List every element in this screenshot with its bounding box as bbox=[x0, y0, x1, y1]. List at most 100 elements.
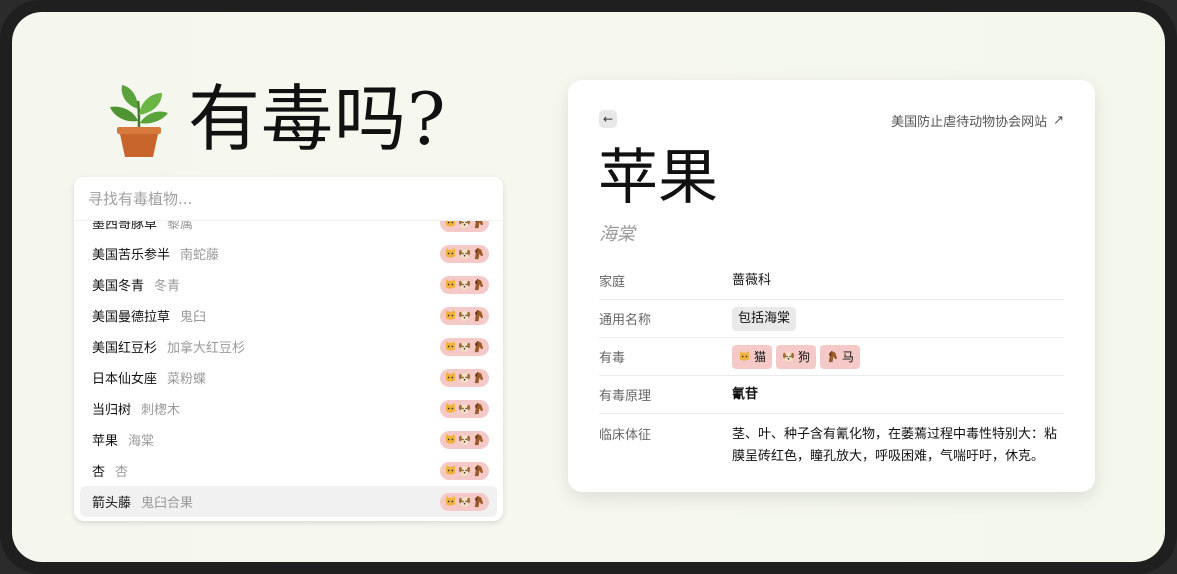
plant-latin: 南蛇藤 bbox=[180, 248, 220, 263]
detail-table: 家庭 蔷薇科 通用名称 包括海棠 有毒 猫狗马 有毒原理 氰苷 临床体征 茎、叶… bbox=[599, 262, 1064, 468]
plant-latin-name: 海棠 bbox=[599, 224, 635, 245]
toxic-principle-label: 有毒原理 bbox=[599, 389, 652, 404]
list-item[interactable]: 美国苦乐参半 南蛇藤 bbox=[74, 238, 503, 269]
search-input[interactable] bbox=[74, 177, 503, 221]
horse-icon bbox=[474, 433, 484, 446]
toxicity-badges bbox=[440, 430, 489, 449]
app-title: 有毒吗? bbox=[188, 77, 447, 161]
plant-name: 美国曼德拉草 bbox=[92, 310, 171, 325]
plant-list[interactable]: 墨西哥豚草 藜属 美国苦乐参半 南蛇藤 美国冬青 冬青 美国曼德拉草 鬼臼 美国红豆杉 加拿大红豆… bbox=[74, 221, 503, 521]
dog-face-icon bbox=[458, 249, 471, 259]
plant-latin: 冬青 bbox=[154, 279, 181, 294]
toxic-chip-horse: 马 bbox=[820, 344, 861, 369]
common-names-label: 通用名称 bbox=[599, 313, 652, 328]
horse-icon bbox=[474, 221, 484, 229]
list-item[interactable]: 杏杏 bbox=[74, 455, 503, 486]
toxicity-badges bbox=[440, 461, 489, 480]
plant-name: 墨西哥豚草 bbox=[92, 221, 158, 232]
plant-latin: 鬼臼合果 bbox=[141, 496, 194, 511]
cat-face-icon bbox=[445, 247, 456, 258]
plant-latin: 杏 bbox=[115, 465, 129, 480]
app-screen: 有毒吗? 墨西哥豚草藜属美国苦乐参半南蛇藤美国冬青冬青美国曼德拉草鬼臼美国红豆杉… bbox=[12, 12, 1165, 562]
toxicity-badges bbox=[440, 221, 489, 232]
common-name-chip: 包括海棠 bbox=[732, 306, 797, 331]
cat-face-icon bbox=[445, 371, 456, 382]
cat-face-icon bbox=[445, 402, 456, 413]
detail-row-family: 家庭 蔷薇科 bbox=[599, 262, 1064, 300]
clinical-signs-value: 茎、叶、种子含有氰化物，在萎蔫过程中毒性特别大：粘膜呈砖红色，瞳孔放大，呼吸困难… bbox=[732, 427, 1058, 464]
toxic-chip-dog: 狗 bbox=[776, 344, 817, 369]
horse-icon bbox=[474, 402, 484, 415]
horse-icon bbox=[474, 278, 484, 291]
list-item[interactable]: 日本仙女座 菜粉蝶 bbox=[74, 362, 503, 393]
family-label: 家庭 bbox=[599, 275, 626, 290]
horse-icon bbox=[474, 340, 484, 353]
plant-name: 美国红豆杉 bbox=[92, 341, 158, 356]
detail-row-common-names: 通用名称 包括海棠 bbox=[599, 300, 1064, 338]
list-item[interactable]: 美国冬青 冬青 bbox=[74, 269, 503, 300]
toxicity-badges bbox=[440, 492, 489, 511]
cat-face-icon bbox=[445, 433, 456, 444]
plant-detail-card: ← 美国防止虐待动物协会网站 ↗ 苹果 海棠 家庭 蔷薇科 通用名称 包括海棠 … bbox=[568, 80, 1095, 492]
detail-row-toxic-principle: 有毒原理 氰苷 bbox=[599, 376, 1064, 414]
cat-face-icon bbox=[445, 464, 456, 475]
arrow-up-right-icon: ↗ bbox=[1053, 113, 1064, 128]
cat-face-icon bbox=[445, 221, 456, 227]
dog-face-icon bbox=[458, 221, 471, 228]
plant-latin: 菜粉蝶 bbox=[167, 372, 207, 387]
plant-latin: 藜属 bbox=[167, 221, 194, 232]
detail-row-toxic: 有毒 猫 狗 马 bbox=[599, 338, 1064, 376]
list-item[interactable]: 苹果 海棠 bbox=[74, 424, 503, 455]
toxic-label: 有毒 bbox=[599, 351, 626, 366]
horse-icon bbox=[474, 495, 484, 508]
dog-face-icon bbox=[458, 373, 471, 383]
toxic-principle-value: 氰苷 bbox=[732, 386, 759, 402]
back-button[interactable]: ← bbox=[599, 110, 617, 128]
list-item[interactable]: 美国曼德拉草 鬼臼 bbox=[74, 300, 503, 331]
dog-face-icon bbox=[782, 351, 795, 362]
cat-face-icon bbox=[445, 495, 456, 506]
toxic-animal-chips: 猫狗马 bbox=[732, 344, 1064, 369]
toxic-chip-label: 猫 bbox=[754, 349, 767, 364]
plant-name: 苹果 bbox=[92, 434, 119, 449]
dog-face-icon bbox=[458, 435, 471, 445]
toxicity-badges bbox=[440, 306, 489, 325]
horse-icon bbox=[828, 350, 838, 362]
potted-plant-icon bbox=[110, 85, 168, 157]
toxic-chip-label: 马 bbox=[842, 349, 855, 364]
plant-name: 日本仙女座 bbox=[92, 372, 158, 387]
aspca-link[interactable]: 美国防止虐待动物协会网站 ↗ bbox=[891, 111, 1064, 130]
list-item[interactable]: 当归树 刺楤木 bbox=[74, 393, 503, 424]
plant-title: 苹果 bbox=[598, 143, 718, 213]
dog-face-icon bbox=[458, 404, 471, 414]
list-item[interactable]: 箭头藤 鬼臼合果 bbox=[80, 486, 497, 517]
plant-name: 美国苦乐参半 bbox=[92, 248, 171, 263]
toxicity-badges bbox=[440, 399, 489, 418]
toxicity-badges bbox=[440, 368, 489, 387]
plant-latin: 加拿大红豆杉 bbox=[167, 341, 246, 356]
plant-name: 杏 bbox=[92, 465, 106, 480]
brand-header: 有毒吗? bbox=[104, 74, 447, 164]
dog-face-icon bbox=[458, 311, 471, 321]
toxic-chip-label: 狗 bbox=[798, 349, 811, 364]
horse-icon bbox=[474, 309, 484, 322]
dog-face-icon bbox=[458, 497, 471, 507]
toxicity-badges bbox=[440, 244, 489, 263]
plant-name: 箭头藤 bbox=[92, 496, 132, 511]
horse-icon bbox=[474, 464, 484, 477]
external-link-label: 美国防止虐待动物协会网站 bbox=[891, 115, 1048, 130]
arrow-left-icon: ← bbox=[602, 112, 614, 126]
horse-icon bbox=[474, 247, 484, 260]
list-item[interactable]: 墨西哥豚草 藜属 bbox=[74, 221, 503, 238]
list-item[interactable]: 美国红豆杉 加拿大红豆杉 bbox=[74, 331, 503, 362]
plant-latin: 刺楤木 bbox=[141, 403, 181, 418]
dog-face-icon bbox=[458, 466, 471, 476]
family-value: 蔷薇科 bbox=[732, 272, 772, 288]
cat-face-icon bbox=[445, 340, 456, 351]
toxicity-badges bbox=[440, 275, 489, 294]
device-frame: 有毒吗? 墨西哥豚草藜属美国苦乐参半南蛇藤美国冬青冬青美国曼德拉草鬼臼美国红豆杉… bbox=[0, 0, 1177, 574]
dog-face-icon bbox=[458, 280, 471, 290]
plant-list-items: 墨西哥豚草 藜属 美国苦乐参半 南蛇藤 美国冬青 冬青 美国曼德拉草 鬼臼 美国红豆杉 加拿大红豆… bbox=[74, 221, 503, 517]
plant-name: 当归树 bbox=[92, 403, 132, 418]
horse-icon bbox=[474, 371, 484, 384]
